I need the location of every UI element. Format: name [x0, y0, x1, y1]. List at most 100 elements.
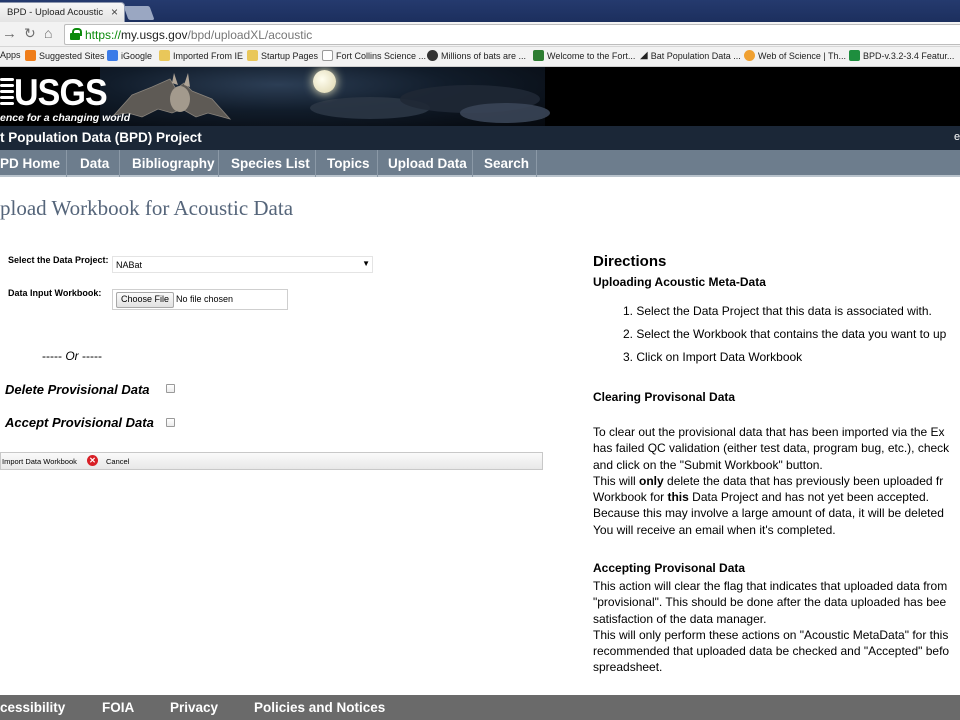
bookmark-label: Web of Science | Th... — [758, 50, 847, 61]
back-arrow-icon[interactable]: → — [2, 25, 17, 42]
text-line: This will only delete the data that has … — [593, 473, 944, 488]
usgs-logo[interactable]: USGS — [14, 72, 108, 114]
url-path: /bpd/uploadXL/acoustic — [187, 28, 313, 42]
usgs-tagline: ence for a changing world — [0, 112, 131, 124]
bookmark-label: Suggested Sites — [39, 50, 105, 61]
bookmark-bat-population-data[interactable]: ◢ Bat Population Data ... — [640, 50, 741, 61]
text-line: "provisional". This should be done after… — [593, 595, 947, 610]
cancel-icon[interactable]: ✕ — [87, 455, 98, 466]
page-title: pload Workbook for Acoustic Data — [0, 196, 294, 220]
text-line: This action will clear the flag that ind… — [593, 579, 948, 593]
bookmark-suggested-sites[interactable]: Suggested Sites — [25, 50, 105, 61]
bookmark-label: Welcome to the Fort... — [547, 50, 636, 61]
url-scheme: https:// — [85, 28, 122, 42]
browser-tab[interactable]: BPD - Upload Acoustic Da × — [0, 2, 125, 22]
bookmark-igoogle[interactable]: iGoogle — [107, 50, 152, 61]
usgs-banner: USGS ence for a changing world — [0, 67, 960, 126]
text-line: satisfaction of the data manager. — [593, 611, 767, 626]
footer-privacy-link[interactable]: Privacy — [170, 700, 218, 715]
workbook-label: Data Input Workbook: — [8, 288, 102, 298]
sheets-icon — [849, 50, 860, 61]
bookmark-label: Imported From IE — [173, 50, 244, 61]
bookmark-label: Apps — [0, 50, 21, 60]
url-text: https://my.usgs.gov/bpd/uploadXL/acousti… — [85, 28, 312, 42]
text-line: and click on the "Submit Workbook" butto… — [593, 457, 823, 472]
nav-bpd-home[interactable]: PD Home — [0, 150, 67, 177]
footer-accessibility-link[interactable]: cessibility — [0, 700, 65, 715]
suggested-sites-icon — [25, 50, 36, 61]
usgs-waves-icon — [0, 78, 14, 108]
bookmarks-bar: Apps Suggested Sites iGoogle Imported Fr… — [0, 47, 960, 67]
lock-icon — [70, 28, 82, 40]
bookmark-label: BPD-v.3.2-3.4 Featur... — [863, 50, 955, 61]
bookmark-imported-from-ie[interactable]: Imported From IE — [159, 50, 243, 61]
bookmark-label: iGoogle — [121, 50, 153, 61]
footer-policies-link[interactable]: Policies and Notices — [254, 700, 385, 715]
text-line: Workbook for this Data Project and has n… — [593, 490, 929, 505]
new-tab-button[interactable] — [123, 6, 155, 20]
tab-close-icon[interactable]: × — [111, 5, 118, 19]
nav-topics[interactable]: Topics — [316, 150, 378, 177]
bookmark-label: Fort Collins Science ... — [336, 50, 427, 61]
address-bar[interactable]: https://my.usgs.gov/bpd/uploadXL/acousti… — [64, 24, 960, 45]
choose-file-button[interactable]: Choose File — [116, 292, 175, 308]
nav-upload-data[interactable]: Upload Data — [378, 150, 473, 177]
bookmark-label: Startup Pages — [261, 50, 319, 61]
nav-bibliography[interactable]: Bibliography — [120, 150, 219, 177]
cancel-button[interactable]: Cancel — [106, 457, 129, 466]
title-right-fragment: e — [954, 131, 960, 143]
google-icon — [107, 50, 118, 61]
accept-provisional-checkbox[interactable] — [166, 418, 175, 427]
import-data-workbook-button[interactable]: Import Data Workbook — [2, 457, 77, 466]
form-button-bar: Import Data Workbook ✕ Cancel — [0, 452, 543, 470]
bookmark-web-of-science[interactable]: Web of Science | Th... — [744, 50, 846, 61]
clearing-heading: Clearing Provisonal Data — [593, 390, 736, 404]
direction-step: 1. Select the Data Project that this dat… — [623, 304, 932, 318]
accept-provisional-label: Accept Provisional Data — [5, 415, 154, 430]
folder-icon — [159, 50, 170, 61]
delete-provisional-checkbox[interactable] — [166, 384, 175, 393]
bookmark-fort-collins[interactable]: Fort Collins Science ... — [322, 50, 426, 61]
directions-heading: Directions — [593, 253, 667, 270]
delete-provisional-label: Delete Provisional Data — [5, 382, 150, 397]
web-of-science-icon — [744, 50, 755, 61]
globe-icon — [427, 50, 438, 61]
url-host: my.usgs.gov — [121, 28, 188, 42]
text-line: Because this may involve a large amount … — [593, 506, 944, 521]
or-word: Or — [65, 349, 79, 363]
project-select-value: NABat — [116, 260, 143, 270]
home-icon[interactable]: ⌂ — [44, 25, 52, 41]
workbook-file-input[interactable]: Choose File No file chosen — [112, 289, 288, 310]
direction-step: 2. Select the Workbook that contains the… — [623, 327, 947, 341]
footer-foia-link[interactable]: FOIA — [102, 700, 134, 715]
project-title-bar: t Population Data (BPD) Project e — [0, 126, 960, 150]
uploading-heading: Uploading Acoustic Meta-Data — [593, 275, 766, 289]
nav-search[interactable]: Search — [473, 150, 537, 177]
bookmark-apps[interactable]: Apps — [0, 50, 21, 60]
project-select[interactable]: NABat ▼ — [112, 256, 373, 273]
bookmark-bpd-features[interactable]: BPD-v.3.2-3.4 Featur... — [849, 50, 954, 61]
nav-species-list[interactable]: Species List — [219, 150, 316, 177]
text-line: has failed QC validation (either test da… — [593, 441, 950, 456]
bat-icon: ◢ — [640, 50, 648, 61]
bookmark-millions-of-bats[interactable]: Millions of bats are ... — [427, 50, 526, 61]
or-dashes-right: ----- — [78, 349, 102, 363]
text-line: spreadsheet. — [593, 660, 663, 675]
browser-toolbar: → ↻ ⌂ https://my.usgs.gov/bpd/uploadXL/a… — [0, 22, 960, 47]
project-title: t Population Data (BPD) Project — [0, 130, 202, 145]
text-line: recommended that uploaded data be checke… — [593, 644, 950, 659]
or-separator: ----- Or ----- — [42, 349, 102, 363]
site-navigation: PD Home Data Bibliography Species List T… — [0, 150, 960, 177]
page-icon — [322, 50, 333, 61]
page-footer: cessibility FOIA Privacy Policies and No… — [0, 695, 960, 720]
usgs-favicon-icon — [533, 50, 544, 61]
or-dashes-left: ----- — [42, 349, 66, 363]
direction-step: 3. Click on Import Data Workbook — [623, 350, 803, 364]
moon-image — [313, 70, 336, 93]
bookmark-welcome-fort[interactable]: Welcome to the Fort... — [533, 50, 635, 61]
accepting-heading: Accepting Provisonal Data — [593, 561, 746, 575]
nav-data[interactable]: Data — [67, 150, 120, 177]
browser-tab-strip: BPD - Upload Acoustic Da × — [0, 0, 960, 22]
bookmark-startup-pages[interactable]: Startup Pages — [247, 50, 318, 61]
reload-icon[interactable]: ↻ — [24, 25, 36, 42]
